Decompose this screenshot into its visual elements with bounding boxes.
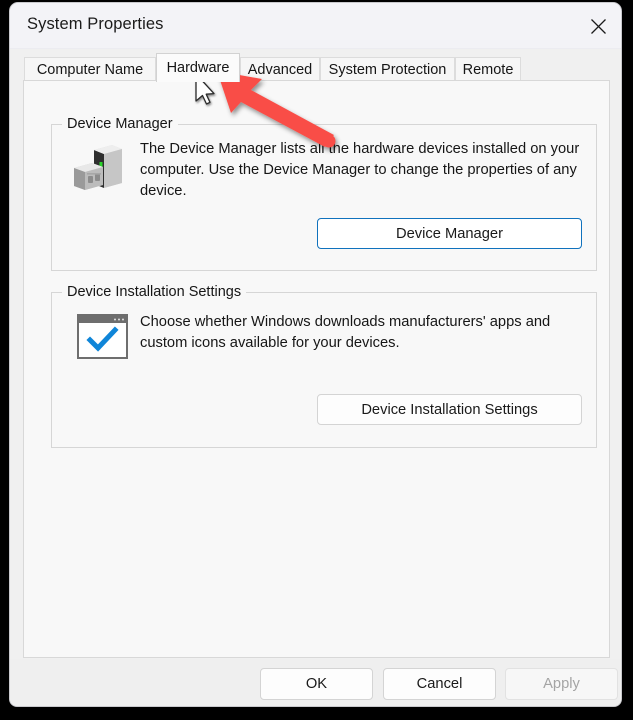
tab-system-protection[interactable]: System Protection	[320, 57, 455, 81]
tab-remote[interactable]: Remote	[455, 57, 521, 81]
tab-content-panel: Device Manager	[23, 80, 610, 658]
button-label: Device Installation Settings	[361, 402, 537, 418]
tab-strip: Computer Name Hardware Advanced System P…	[10, 49, 621, 81]
group-device-installation-settings: Device Installation Settings Choose whet…	[51, 292, 597, 448]
window-checkmark-icon	[77, 314, 128, 359]
title-bar: System Properties	[10, 3, 621, 49]
button-label: OK	[306, 676, 327, 692]
tab-label: System Protection	[329, 62, 447, 78]
window-checkmark-glyph	[77, 314, 128, 359]
window-title: System Properties	[27, 15, 164, 34]
button-label: Cancel	[417, 676, 463, 692]
device-manager-description: The Device Manager lists all the hardwar…	[140, 139, 580, 202]
tab-computer-name[interactable]: Computer Name	[24, 57, 156, 81]
button-label: Device Manager	[396, 226, 503, 242]
tab-label: Remote	[463, 62, 514, 78]
computer-tower-icon	[70, 142, 130, 194]
tab-advanced[interactable]: Advanced	[240, 57, 320, 81]
computer-tower-glyph	[70, 142, 130, 194]
system-properties-window: System Properties Computer Name Hardware…	[9, 2, 622, 707]
apply-button: Apply	[505, 668, 618, 700]
group-device-manager: Device Manager	[51, 124, 597, 271]
device-installation-description: Choose whether Windows downloads manufac…	[140, 312, 580, 354]
tab-label: Hardware	[167, 60, 230, 76]
dialog-footer: OK Cancel Apply	[10, 659, 621, 707]
group-legend: Device Installation Settings	[62, 284, 246, 300]
close-glyph	[590, 18, 607, 35]
group-legend: Device Manager	[62, 116, 178, 132]
close-icon[interactable]	[575, 3, 621, 49]
button-label: Apply	[543, 676, 580, 692]
device-manager-button[interactable]: Device Manager	[317, 218, 582, 249]
screen: System Properties Computer Name Hardware…	[0, 0, 633, 720]
tab-hardware[interactable]: Hardware	[156, 53, 240, 82]
tab-label: Advanced	[248, 62, 313, 78]
ok-button[interactable]: OK	[260, 668, 373, 700]
device-installation-settings-button[interactable]: Device Installation Settings	[317, 394, 582, 425]
tab-label: Computer Name	[37, 62, 143, 78]
cancel-button[interactable]: Cancel	[383, 668, 496, 700]
